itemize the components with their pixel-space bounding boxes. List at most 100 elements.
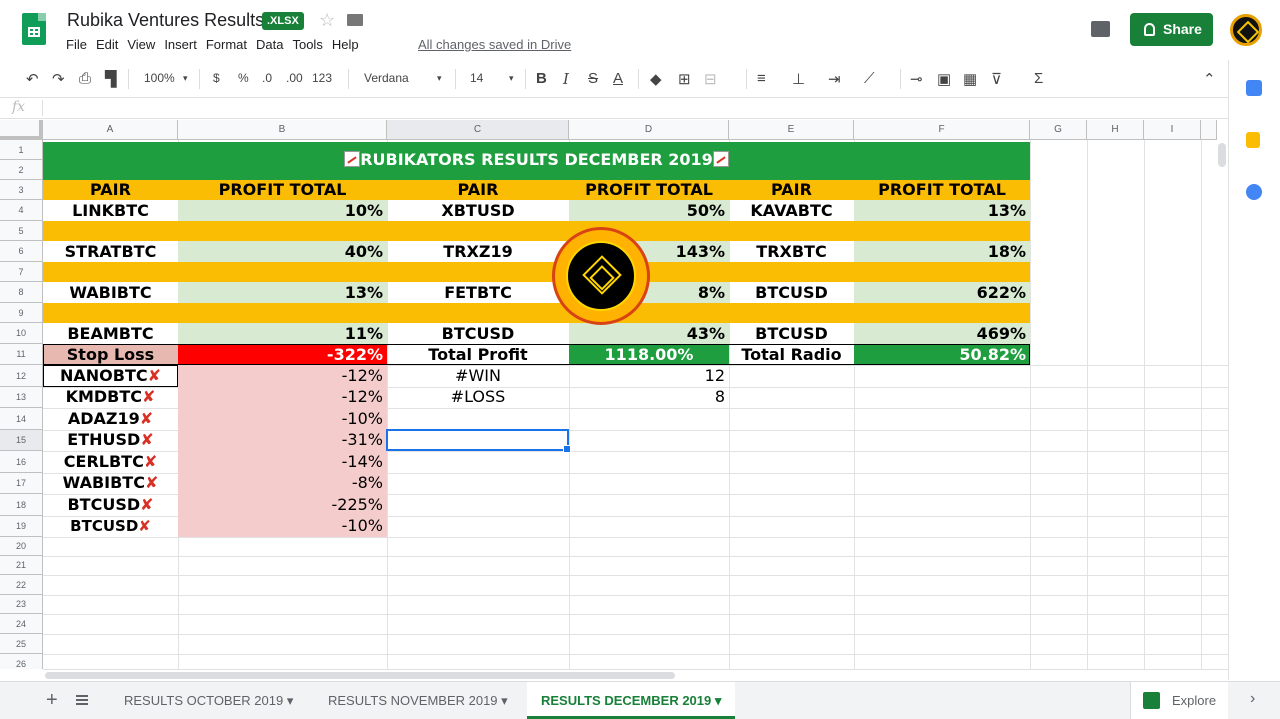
profit-cell[interactable]: 43% bbox=[569, 324, 729, 344]
loss-pair[interactable]: ETHUSD✘ bbox=[43, 430, 178, 450]
loss-value[interactable]: -12% bbox=[178, 387, 387, 407]
column-header-b[interactable]: B bbox=[178, 120, 387, 140]
total-profit-value[interactable]: 1118.00% bbox=[569, 345, 729, 365]
row-header[interactable]: 19 bbox=[0, 516, 43, 537]
total-radio-value[interactable]: 50.82% bbox=[854, 345, 1030, 365]
calendar-icon[interactable] bbox=[1246, 80, 1262, 96]
share-button[interactable]: Share bbox=[1130, 13, 1213, 46]
pair-cell[interactable]: TRXZ19 bbox=[387, 242, 569, 262]
loss-count-value[interactable]: 8 bbox=[569, 387, 729, 407]
column-header-h[interactable]: H bbox=[1087, 120, 1144, 140]
stop-loss-label[interactable]: Stop Loss bbox=[43, 345, 178, 365]
row-header[interactable]: 3 bbox=[0, 180, 43, 200]
folder-icon[interactable] bbox=[347, 14, 363, 26]
profit-cell[interactable]: 469% bbox=[854, 324, 1030, 344]
column-header-d[interactable]: D bbox=[569, 120, 729, 140]
header-profit-total[interactable]: PROFIT TOTAL bbox=[854, 180, 1030, 200]
header-pair[interactable]: PAIR bbox=[729, 180, 854, 200]
win-value[interactable]: 12 bbox=[569, 366, 729, 386]
profit-cell[interactable]: 13% bbox=[854, 201, 1030, 221]
loss-value[interactable]: -31% bbox=[178, 430, 387, 450]
currency-format-button[interactable]: $ bbox=[213, 71, 220, 85]
zoom-select[interactable]: 100% bbox=[144, 71, 175, 85]
profit-cell[interactable]: 50% bbox=[569, 201, 729, 221]
menu-format[interactable]: Format bbox=[206, 37, 247, 52]
loss-value[interactable]: -225% bbox=[178, 495, 387, 515]
profit-cell[interactable]: 40% bbox=[178, 242, 387, 262]
row-header[interactable]: 12 bbox=[0, 365, 43, 387]
horizontal-align-icon[interactable]: ≡ bbox=[757, 70, 766, 87]
filter-icon[interactable]: ⊽ bbox=[991, 70, 1002, 88]
loss-value[interactable]: -12% bbox=[178, 366, 387, 386]
row-header[interactable]: 22 bbox=[0, 575, 43, 595]
undo-icon[interactable]: ↶ bbox=[26, 70, 39, 88]
row-header[interactable]: 1 bbox=[0, 140, 43, 160]
profit-cell[interactable]: 622% bbox=[854, 283, 1030, 303]
header-pair[interactable]: PAIR bbox=[387, 180, 569, 200]
loss-value[interactable]: -10% bbox=[178, 516, 387, 536]
column-header-g[interactable]: G bbox=[1030, 120, 1087, 140]
loss-count-label[interactable]: #LOSS bbox=[387, 387, 569, 407]
keep-icon[interactable] bbox=[1246, 132, 1260, 148]
row-header[interactable]: 7 bbox=[0, 262, 43, 282]
horizontal-scrollbar[interactable] bbox=[43, 669, 1228, 681]
strikethrough-icon[interactable]: S bbox=[588, 70, 598, 87]
font-size-select[interactable]: 14 bbox=[470, 71, 483, 85]
loss-pair[interactable]: BTCUSD✘ bbox=[43, 516, 178, 536]
percent-format-button[interactable]: % bbox=[238, 71, 249, 85]
row-header[interactable]: 15 bbox=[0, 430, 43, 451]
redo-icon[interactable]: ↷ bbox=[52, 70, 65, 88]
win-label[interactable]: #WIN bbox=[387, 366, 569, 386]
save-status-link[interactable]: All changes saved in Drive bbox=[418, 37, 571, 52]
sheet-title[interactable]: RUBIKATORS RESULTS DECEMBER 2019 bbox=[43, 150, 1030, 169]
profit-cell[interactable]: 13% bbox=[178, 283, 387, 303]
total-radio-label[interactable]: Total Radio bbox=[729, 345, 854, 365]
header-pair[interactable]: PAIR bbox=[43, 180, 178, 200]
row-header[interactable]: 5 bbox=[0, 221, 43, 241]
italic-icon[interactable]: I bbox=[563, 70, 569, 88]
loss-pair[interactable]: NANOBTC✘ bbox=[43, 366, 178, 386]
menu-tools[interactable]: Tools bbox=[292, 37, 322, 52]
pair-cell[interactable]: STRATBTC bbox=[43, 242, 178, 262]
text-color-icon[interactable]: A bbox=[613, 70, 623, 87]
menu-help[interactable]: Help bbox=[332, 37, 359, 52]
loss-value[interactable]: -10% bbox=[178, 409, 387, 429]
column-header-i[interactable]: I bbox=[1144, 120, 1201, 140]
profit-cell[interactable]: 10% bbox=[178, 201, 387, 221]
row-header[interactable]: 9 bbox=[0, 303, 43, 323]
row-header[interactable]: 6 bbox=[0, 241, 43, 262]
bold-icon[interactable]: B bbox=[536, 70, 547, 87]
tab-results-november-2019[interactable]: RESULTS NOVEMBER 2019 ▾ bbox=[314, 682, 522, 719]
chevron-right-icon[interactable]: › bbox=[1250, 690, 1255, 708]
pair-cell[interactable]: FETBTC bbox=[387, 283, 569, 303]
pair-cell[interactable]: BTCUSD bbox=[729, 324, 854, 344]
column-header-c[interactable]: C bbox=[387, 120, 569, 140]
pair-cell[interactable]: LINKBTC bbox=[43, 201, 178, 221]
row-header[interactable]: 23 bbox=[0, 595, 43, 614]
menu-insert[interactable]: Insert bbox=[164, 37, 197, 52]
stop-loss-value[interactable]: -322% bbox=[178, 345, 387, 365]
menu-view[interactable]: View bbox=[127, 37, 155, 52]
column-header-a[interactable]: A bbox=[43, 120, 178, 140]
merge-cells-icon[interactable]: ⊟ bbox=[704, 70, 717, 88]
column-header-f[interactable]: F bbox=[854, 120, 1030, 140]
loss-pair[interactable]: BTCUSD✘ bbox=[43, 495, 178, 515]
select-all-corner[interactable] bbox=[0, 120, 43, 140]
row-header[interactable]: 4 bbox=[0, 200, 43, 221]
collapse-toolbar-icon[interactable]: ⌃ bbox=[1203, 70, 1216, 88]
selected-cell-c15[interactable] bbox=[386, 429, 571, 453]
row-header[interactable]: 8 bbox=[0, 282, 43, 303]
row-header[interactable]: 16 bbox=[0, 451, 43, 473]
row-header[interactable]: 14 bbox=[0, 408, 43, 430]
all-sheets-icon[interactable] bbox=[76, 695, 88, 705]
row-header[interactable]: 26 bbox=[0, 654, 43, 669]
text-wrap-icon[interactable]: ⇥ bbox=[828, 70, 841, 88]
star-icon[interactable]: ☆ bbox=[319, 10, 335, 31]
row-header[interactable]: 25 bbox=[0, 634, 43, 654]
loss-pair[interactable]: WABIBTC✘ bbox=[43, 473, 178, 493]
decrease-decimal-button[interactable]: .0 bbox=[262, 71, 272, 85]
row-header[interactable]: 13 bbox=[0, 387, 43, 408]
header-profit-total[interactable]: PROFIT TOTAL bbox=[178, 180, 387, 200]
row-header[interactable]: 11 bbox=[0, 344, 43, 365]
vertical-align-icon[interactable]: ⊥ bbox=[792, 70, 805, 88]
